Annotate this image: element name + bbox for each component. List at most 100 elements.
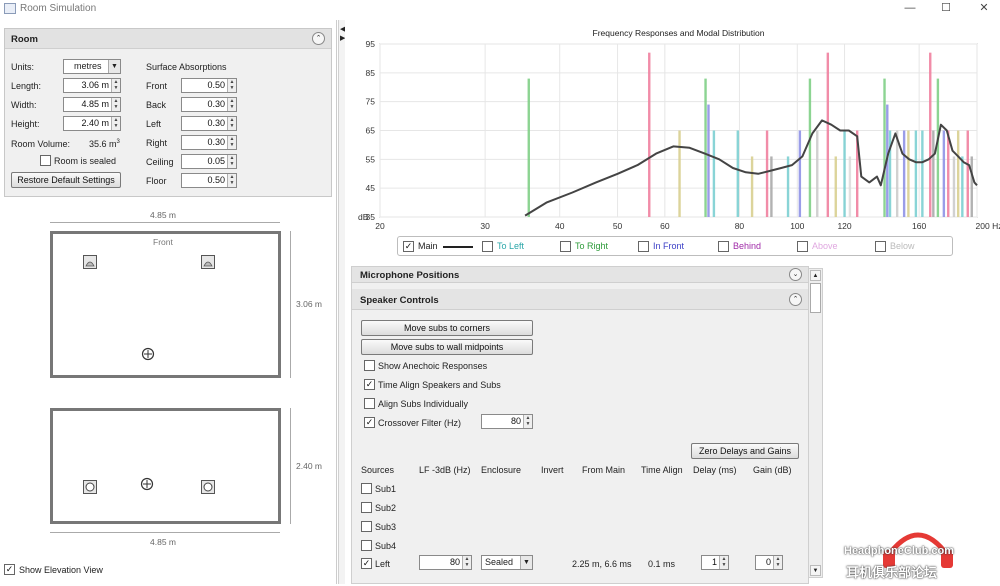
right-speaker-icon[interactable]: [201, 255, 215, 269]
spinner-arrows-icon[interactable]: ▲ ▼: [111, 98, 120, 111]
close-icon[interactable]: ✕: [972, 0, 996, 18]
x-tick-label: 20: [375, 221, 385, 231]
spinner-arrows-icon[interactable]: ▲ ▼: [773, 556, 782, 569]
show-elevation-label: Show Elevation View: [19, 565, 103, 575]
show-elevation-checkbox[interactable]: ✓: [4, 564, 15, 575]
legend-to-right-checkbox[interactable]: [560, 241, 571, 252]
room-sealed-checkbox[interactable]: [40, 155, 51, 166]
elev-height-dimline: [290, 408, 291, 524]
scrollbar-thumb[interactable]: [810, 283, 821, 313]
legend-below-checkbox[interactable]: [875, 241, 886, 252]
show-anechoic-label: Show Anechoic Responses: [378, 361, 488, 371]
legend-behind-checkbox[interactable]: [718, 241, 729, 252]
left-speaker-icon[interactable]: [83, 255, 97, 269]
controls-panel: Microphone Positions ⌄ Speaker Controls …: [351, 266, 809, 584]
spinner-arrows-icon[interactable]: ▲ ▼: [227, 98, 236, 111]
time-align-checkbox[interactable]: ✓: [364, 379, 375, 390]
spinner-arrows-icon[interactable]: ▲ ▼: [227, 174, 236, 187]
listener-microphone-icon[interactable]: [141, 347, 155, 363]
split-pane-divider[interactable]: ◀ ▶: [338, 20, 345, 584]
legend-to-left-checkbox[interactable]: [482, 241, 493, 252]
collapse-up-icon[interactable]: ⌃: [789, 293, 802, 306]
sub4-label: Sub4: [375, 541, 397, 551]
chart-legend: ✓ Main To Left To Right In Front Behind Above B…: [397, 236, 953, 256]
spinner-arrows-icon[interactable]: ▲ ▼: [227, 117, 236, 130]
scroll-up-icon[interactable]: ▲: [810, 270, 821, 281]
spinner-arrows-icon[interactable]: ▲ ▼: [523, 415, 532, 428]
sub1-checkbox[interactable]: [361, 483, 372, 494]
sub2-checkbox[interactable]: [361, 502, 372, 513]
minimize-icon[interactable]: —: [898, 0, 922, 18]
elevation-view[interactable]: [50, 408, 281, 524]
plan-view[interactable]: Front: [50, 231, 281, 378]
scroll-down-icon[interactable]: ▼: [810, 565, 821, 576]
y-tick-label: 85: [366, 68, 376, 78]
length-value: 3.06 m: [81, 80, 109, 90]
legend-in-front-checkbox[interactable]: [638, 241, 649, 252]
restore-defaults-button[interactable]: Restore Default Settings: [11, 172, 121, 188]
surface-spinner-ceiling[interactable]: 0.05 ▲ ▼: [181, 154, 237, 169]
height-spinner[interactable]: 2.40 m ▲ ▼: [63, 116, 121, 131]
zero-delays-button[interactable]: Zero Delays and Gains: [691, 443, 799, 459]
surface-spinner-floor[interactable]: 0.50 ▲ ▼: [181, 173, 237, 188]
sub3-checkbox[interactable]: [361, 521, 372, 532]
plan-length-dimline: [290, 231, 291, 378]
left-lf-spinner[interactable]: 80 ▲ ▼: [419, 555, 472, 570]
surface-value: 0.30: [207, 99, 225, 109]
mode-bar: [843, 130, 846, 217]
crossover-spinner[interactable]: 80 ▲ ▼: [481, 414, 533, 429]
spinner-arrows-icon[interactable]: ▲ ▼: [111, 79, 120, 92]
left-time-align: 0.1 ms: [648, 559, 676, 569]
right-speaker-elev-icon[interactable]: [201, 480, 215, 494]
surface-value: 0.50: [207, 175, 225, 185]
legend-above-checkbox[interactable]: [797, 241, 808, 252]
show-anechoic-checkbox[interactable]: [364, 360, 375, 371]
legend-main-checkbox[interactable]: ✓: [403, 241, 414, 252]
move-subs-corners-button[interactable]: Move subs to corners: [361, 320, 533, 336]
length-spinner[interactable]: 3.06 m ▲ ▼: [63, 78, 121, 93]
surface-label-left: Left: [146, 119, 162, 129]
mode-bar: [816, 130, 819, 217]
x-tick-label: 30: [480, 221, 490, 231]
room-header[interactable]: Room ⌃: [5, 29, 331, 49]
left-source-checkbox[interactable]: ✓: [361, 558, 372, 569]
mode-bar: [907, 130, 910, 217]
listener-elev-icon[interactable]: [140, 477, 154, 493]
surface-spinner-right[interactable]: 0.30 ▲ ▼: [181, 135, 237, 150]
spinner-arrows-icon[interactable]: ▲ ▼: [111, 117, 120, 130]
surface-spinner-front[interactable]: 0.50 ▲ ▼: [181, 78, 237, 93]
width-label: Width:: [11, 100, 37, 110]
left-enclosure-value: Sealed: [485, 557, 514, 567]
mic-positions-header[interactable]: Microphone Positions ⌄: [352, 267, 808, 283]
surface-spinner-left[interactable]: 0.30 ▲ ▼: [181, 116, 237, 131]
crossover-checkbox[interactable]: ✓: [364, 417, 375, 428]
left-speaker-elev-icon[interactable]: [83, 480, 97, 494]
left-delay-spinner[interactable]: 1 ▲ ▼: [701, 555, 729, 570]
mode-bar: [770, 156, 773, 217]
spinner-arrows-icon[interactable]: ▲ ▼: [227, 79, 236, 92]
mode-bar: [648, 52, 651, 218]
col-from-main: From Main: [582, 465, 626, 475]
left-from-main: 2.25 m, 6.6 ms: [572, 559, 632, 569]
surface-spinner-back[interactable]: 0.30 ▲ ▼: [181, 97, 237, 112]
left-delay-value: 1: [711, 557, 717, 567]
speaker-controls-header[interactable]: Speaker Controls ⌃: [352, 289, 808, 310]
surface-value: 0.50: [207, 80, 225, 90]
maximize-icon[interactable]: ☐: [934, 0, 958, 18]
collapse-up-icon[interactable]: ⌃: [312, 32, 325, 45]
left-gain-spinner[interactable]: 0 ▲ ▼: [755, 555, 783, 570]
spinner-arrows-icon[interactable]: ▲ ▼: [227, 136, 236, 149]
sub4-checkbox[interactable]: [361, 540, 372, 551]
controls-scrollbar[interactable]: ▲ ▼: [808, 268, 823, 578]
width-spinner[interactable]: 4.85 m ▲ ▼: [63, 97, 121, 112]
move-subs-midpoints-button[interactable]: Move subs to wall midpoints: [361, 339, 533, 355]
align-subs-checkbox[interactable]: [364, 398, 375, 409]
chevron-down-icon: ▼: [108, 60, 120, 73]
units-select[interactable]: metres ▼: [63, 59, 121, 74]
expand-down-icon[interactable]: ⌄: [789, 268, 802, 281]
spinner-arrows-icon[interactable]: ▲ ▼: [227, 155, 236, 168]
left-enclosure-select[interactable]: Sealed ▼: [481, 555, 533, 570]
mode-bar: [902, 130, 906, 217]
spinner-arrows-icon[interactable]: ▲ ▼: [462, 556, 471, 569]
spinner-arrows-icon[interactable]: ▲ ▼: [719, 556, 728, 569]
